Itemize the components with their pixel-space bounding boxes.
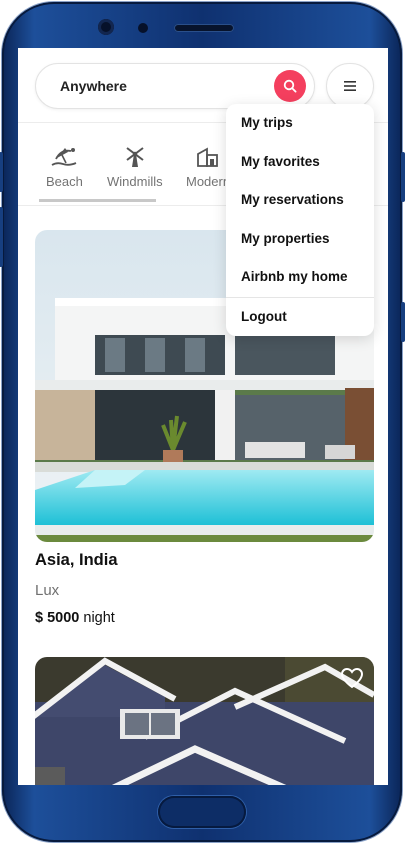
home-button[interactable] (158, 796, 246, 828)
modern-house-icon (197, 147, 218, 167)
sensor (138, 23, 148, 33)
category-label: Modern (186, 174, 231, 189)
hamburger-icon (344, 81, 356, 91)
category-label: Windmills (107, 174, 163, 189)
user-menu-button[interactable] (326, 63, 374, 109)
menu-item-my-trips[interactable]: My trips (226, 104, 374, 143)
listing-price-unit: night (83, 610, 115, 626)
beach-icon (51, 148, 77, 166)
category-windmills[interactable]: Windmills (107, 146, 163, 189)
front-camera (98, 19, 114, 35)
listing-price-value: $ 5000 (35, 610, 80, 626)
earpiece (174, 24, 234, 32)
listing-card-image-2[interactable] (35, 657, 374, 785)
category-beach[interactable]: Beach (46, 146, 83, 189)
side-button (401, 302, 405, 342)
category-label: Beach (46, 174, 83, 189)
category-modern[interactable]: Modern (186, 146, 230, 189)
volume-up-button (0, 152, 3, 192)
heart-icon[interactable] (340, 667, 364, 689)
category-scroll-indicator (39, 199, 156, 202)
power-button (401, 152, 405, 202)
menu-item-airbnb-my-home[interactable]: Airbnb my home (226, 258, 374, 297)
search-location-label: Anywhere (60, 78, 127, 94)
house-photo (35, 657, 374, 785)
app-screen: Anywhere Beach Windmills Modern My trips… (18, 48, 388, 785)
listing-location: Asia, India (35, 551, 118, 569)
menu-item-my-reservations[interactable]: My reservations (226, 181, 374, 220)
windmill-icon (126, 147, 144, 167)
search-icon (283, 79, 297, 93)
search-bar[interactable]: Anywhere (35, 63, 315, 109)
user-menu-dropdown: My trips My favorites My reservations My… (226, 104, 374, 336)
volume-down-button (0, 207, 3, 267)
menu-item-my-favorites[interactable]: My favorites (226, 143, 374, 182)
search-button[interactable] (274, 70, 306, 102)
listing-category: Lux (35, 582, 60, 599)
listing-price: $ 5000 night (35, 610, 115, 626)
menu-item-logout[interactable]: Logout (226, 298, 374, 337)
menu-item-my-properties[interactable]: My properties (226, 220, 374, 259)
